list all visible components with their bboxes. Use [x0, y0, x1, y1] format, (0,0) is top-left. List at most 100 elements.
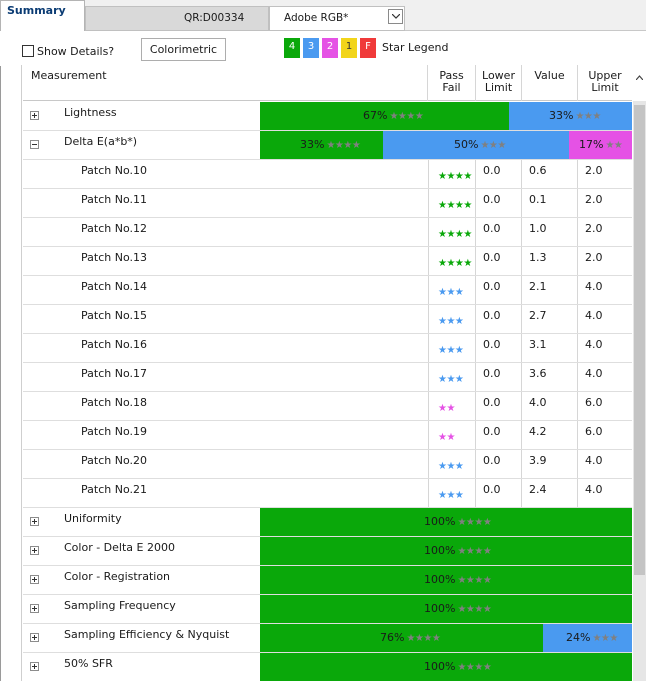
header-lower-limit[interactable]: Lower Limit — [476, 65, 522, 101]
pass-fail-cell: ★★★ — [428, 479, 476, 507]
lower-limit-value: 0.0 — [483, 367, 501, 380]
header-measurement[interactable]: Measurement — [23, 65, 428, 101]
bar-percent: 24% — [566, 631, 591, 644]
lower-limit-value: 0.0 — [483, 309, 501, 322]
patch-name: Patch No.12 — [81, 222, 147, 235]
lower-limit-cell: 0.0 — [476, 392, 522, 420]
group-row[interactable]: 50% SFR 100% ★★★★ — [23, 653, 632, 681]
grade-bar: 100% ★★★★ — [260, 595, 632, 623]
grade-bar: 76% ★★★★ — [260, 624, 543, 652]
header-pass-fail[interactable]: Pass Fail — [428, 65, 476, 101]
table-row[interactable]: Patch No.15 ★★★ 0.0 2.7 4.0 — [23, 305, 632, 334]
pass-fail-cell: ★★★ — [428, 363, 476, 391]
pass-stars: ★★★★ — [438, 171, 472, 182]
table-row[interactable]: Patch No.10 ★★★★ 0.0 0.6 2.0 — [23, 160, 632, 189]
expand-icon[interactable] — [30, 604, 39, 613]
patch-name: Patch No.20 — [81, 454, 147, 467]
bar-stars: ★★★ — [592, 633, 618, 644]
value-cell: 2.4 — [522, 479, 578, 507]
tab-qr-code[interactable]: QR:D00334 — [85, 6, 269, 31]
lower-limit-value: 0.0 — [483, 396, 501, 409]
expand-icon[interactable] — [30, 111, 39, 120]
expand-icon[interactable] — [30, 517, 39, 526]
bar-percent: 33% — [300, 138, 325, 151]
value-cell: 0.1 — [522, 189, 578, 217]
upper-limit-cell: 2.0 — [578, 218, 632, 246]
upper-limit-value: 4.0 — [585, 367, 603, 380]
bar-percent: 100% — [424, 544, 456, 557]
group-row[interactable]: Sampling Efficiency & Nyquist 76% ★★★★ 24% ★… — [23, 624, 632, 653]
bar-stars: ★★★★ — [457, 604, 492, 615]
upper-limit-cell: 4.0 — [578, 305, 632, 333]
bar-percent: 100% — [424, 515, 456, 528]
table-row[interactable]: Patch No.12 ★★★★ 0.0 1.0 2.0 — [23, 218, 632, 247]
table-row[interactable]: Patch No.19 ★★ 0.0 4.2 6.0 — [23, 421, 632, 450]
header-upper-limit[interactable]: Upper Limit — [578, 65, 632, 101]
group-row[interactable]: Sampling Frequency 100% ★★★★ — [23, 595, 632, 624]
table-row[interactable]: Patch No.13 ★★★★ 0.0 1.3 2.0 — [23, 247, 632, 276]
group-name: Uniformity — [64, 512, 122, 525]
group-row[interactable]: Uniformity 100% ★★★★ — [23, 508, 632, 537]
table-row[interactable]: Patch No.17 ★★★ 0.0 3.6 4.0 — [23, 363, 632, 392]
patch-name: Patch No.14 — [81, 280, 147, 293]
group-row-delta-e[interactable]: Delta E(a*b*) 33% ★★★★ 50% ★★★ 17% ★★ — [23, 131, 632, 160]
measured-value: 3.9 — [529, 454, 547, 467]
table-row[interactable]: Patch No.14 ★★★ 0.0 2.1 4.0 — [23, 276, 632, 305]
upper-limit-cell: 4.0 — [578, 334, 632, 362]
pass-fail-cell: ★★★ — [428, 334, 476, 362]
patch-name: Patch No.11 — [81, 193, 147, 206]
measured-value: 2.7 — [529, 309, 547, 322]
measured-value: 0.6 — [529, 164, 547, 177]
collapse-icon[interactable] — [30, 140, 39, 149]
tab-summary[interactable]: Summary — [0, 0, 85, 31]
bar-label: 100% ★★★★ — [424, 573, 492, 586]
lower-limit-cell: 0.0 — [476, 479, 522, 507]
expand-icon[interactable] — [30, 546, 39, 555]
pass-stars: ★★★★ — [438, 200, 472, 211]
bar-percent: 100% — [424, 660, 456, 673]
upper-limit-cell: 6.0 — [578, 392, 632, 420]
header-value[interactable]: Value — [522, 65, 578, 101]
scroll-thumb[interactable] — [634, 105, 645, 575]
bar-percent: 50% — [454, 138, 479, 151]
group-row[interactable]: Color - Delta E 2000 100% ★★★★ — [23, 537, 632, 566]
checkbox-box[interactable] — [22, 45, 34, 57]
upper-limit-value: 2.0 — [585, 193, 603, 206]
value-cell: 2.7 — [522, 305, 578, 333]
expand-icon[interactable] — [30, 662, 39, 671]
bar-stars: ★★★★ — [457, 575, 492, 586]
pass-fail-cell: ★★ — [428, 392, 476, 420]
expand-icon[interactable] — [30, 633, 39, 642]
upper-limit-value: 4.0 — [585, 309, 603, 322]
bar-stars: ★★★★ — [326, 140, 361, 151]
color-space-select[interactable]: Adobe RGB* — [269, 6, 405, 31]
table-row[interactable]: Patch No.18 ★★ 0.0 4.0 6.0 — [23, 392, 632, 421]
star-legend-label: Star Legend — [382, 41, 449, 54]
group-row[interactable]: Color - Registration 100% ★★★★ — [23, 566, 632, 595]
upper-limit-value: 6.0 — [585, 425, 603, 438]
header-lower-limit-label: Limit — [484, 81, 513, 94]
lower-limit-cell: 0.0 — [476, 305, 522, 333]
colorimetric-button[interactable]: Colorimetric — [141, 38, 226, 61]
pass-stars: ★★★ — [438, 490, 464, 501]
color-space-dropdown-button[interactable] — [388, 9, 403, 24]
group-row-lightness[interactable]: Lightness 67% ★★★★ 33% ★★★ — [23, 102, 632, 131]
scroll-up-button[interactable] — [633, 65, 646, 101]
lower-limit-cell: 0.0 — [476, 421, 522, 449]
table-row[interactable]: Patch No.21 ★★★ 0.0 2.4 4.0 — [23, 479, 632, 508]
grade-bar-3-star: 50% ★★★ — [383, 131, 569, 159]
color-space-value: Adobe RGB* — [284, 12, 349, 24]
measured-value: 4.2 — [529, 425, 547, 438]
show-details-checkbox[interactable]: Show Details? — [22, 43, 132, 59]
table-row[interactable]: Patch No.16 ★★★ 0.0 3.1 4.0 — [23, 334, 632, 363]
bar-label: 33% ★★★ — [549, 109, 601, 122]
chevron-down-icon — [392, 14, 400, 19]
value-cell: 3.1 — [522, 334, 578, 362]
upper-limit-cell: 4.0 — [578, 450, 632, 478]
expand-icon[interactable] — [30, 575, 39, 584]
bar-label: 100% ★★★★ — [424, 544, 492, 557]
patch-name: Patch No.19 — [81, 425, 147, 438]
table-row[interactable]: Patch No.11 ★★★★ 0.0 0.1 2.0 — [23, 189, 632, 218]
vertical-scrollbar[interactable] — [633, 65, 646, 681]
table-row[interactable]: Patch No.20 ★★★ 0.0 3.9 4.0 — [23, 450, 632, 479]
